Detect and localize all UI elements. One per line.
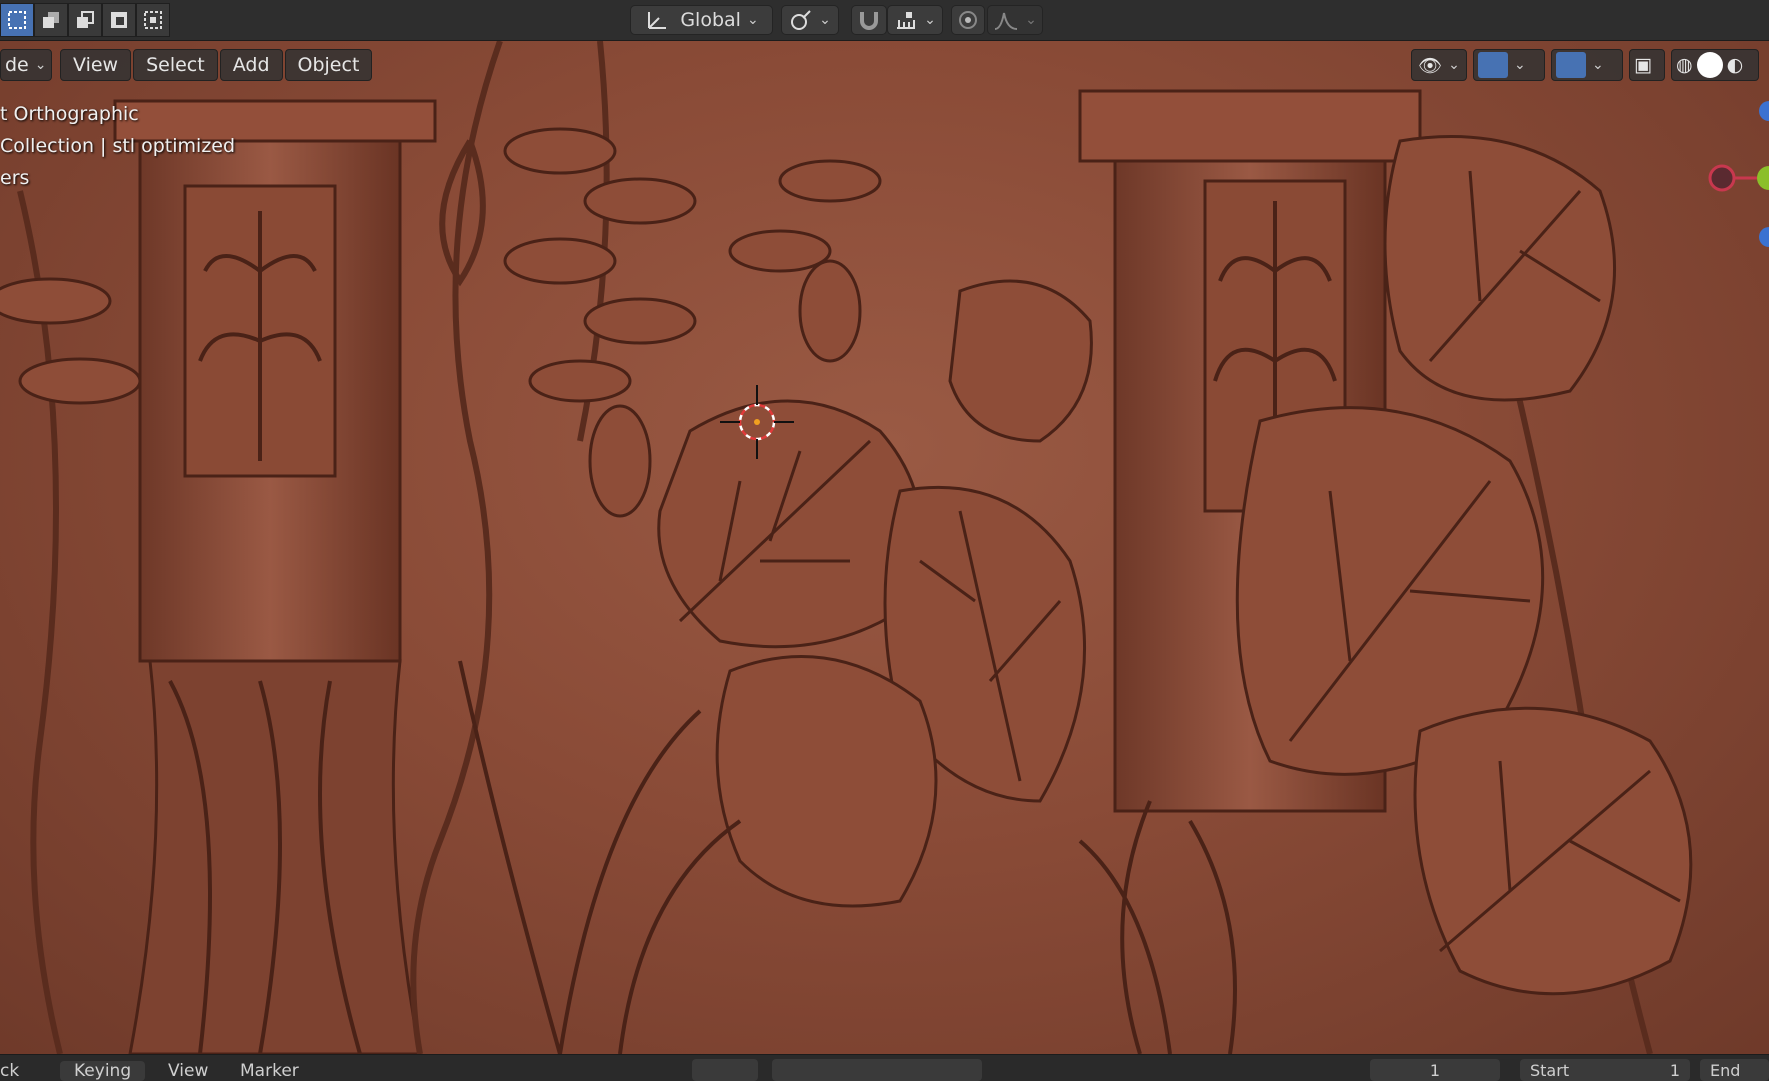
select-invert-icon[interactable] <box>102 3 136 37</box>
view-name-text: t Orthographic <box>0 103 139 125</box>
menu-select[interactable]: Select <box>133 49 218 81</box>
navigation-gizmo[interactable] <box>1708 101 1769 247</box>
eye-icon: 👁 <box>1418 54 1443 77</box>
material-shading-icon[interactable]: ◐ <box>1727 54 1744 76</box>
overlays-icon <box>1556 52 1586 78</box>
select-mode-group <box>0 3 170 37</box>
chevron-down-icon: ⌄ <box>34 57 47 73</box>
3d-viewport[interactable]: de ⌄ View Select Add Object 👁 ⌄ ⌄ ⌄ ▣ ◍ ◐… <box>0 41 1769 1054</box>
chevron-down-icon: ⌄ <box>746 12 759 28</box>
marker-menu[interactable]: Marker <box>240 1061 299 1081</box>
visibility-dropdown[interactable]: 👁 ⌄ <box>1411 49 1467 81</box>
snap-toggle[interactable] <box>851 5 887 35</box>
left-pillar <box>113 99 437 1054</box>
orientation-label: Global <box>680 9 741 31</box>
snap-increment-icon <box>897 12 916 29</box>
menu-view[interactable]: View <box>60 49 132 81</box>
pivot-point-dropdown[interactable]: ⌄ <box>781 5 839 35</box>
chevron-down-icon: ⌄ <box>1592 57 1604 73</box>
view-menu[interactable]: View <box>168 1061 208 1081</box>
chevron-down-icon: ⌄ <box>1448 57 1460 73</box>
select-intersect-icon[interactable] <box>136 3 170 37</box>
record-button[interactable] <box>692 1059 758 1081</box>
select-subtract-icon[interactable] <box>68 3 102 37</box>
gizmo-icon <box>1478 52 1508 78</box>
gizmo-dropdown[interactable]: ⌄ <box>1473 49 1545 81</box>
keying-menu[interactable]: Keying <box>60 1061 146 1081</box>
viewport-display-controls: 👁 ⌄ ⌄ ⌄ ▣ ◍ ◐ <box>1411 49 1759 81</box>
xray-icon: ▣ <box>1634 54 1652 76</box>
proportional-edit-toggle[interactable] <box>951 5 985 35</box>
snap-target-dropdown[interactable]: ⌄ <box>887 5 943 35</box>
current-frame-field[interactable]: 1 <box>1370 1059 1500 1081</box>
top-toolbar: Global ⌄ ⌄ ⌄ ⌄ <box>0 0 1769 41</box>
start-frame-field[interactable]: Start 1 <box>1520 1059 1690 1081</box>
end-frame-field[interactable]: End <box>1700 1059 1769 1081</box>
mode-label: de <box>5 54 29 76</box>
chevron-down-icon: ⌄ <box>1025 12 1037 28</box>
snap-magnet-icon <box>860 12 878 30</box>
menu-object[interactable]: Object <box>284 49 373 81</box>
chevron-down-icon: ⌄ <box>1514 57 1526 73</box>
falloff-curve-icon <box>994 12 1018 30</box>
playback-menu[interactable]: ck <box>0 1061 19 1081</box>
orientation-axis-icon <box>648 12 667 29</box>
menu-add[interactable]: Add <box>219 49 283 81</box>
relief-artwork <box>0 41 1769 1054</box>
overlays-dropdown[interactable]: ⌄ <box>1551 49 1623 81</box>
solid-shading-icon[interactable] <box>1696 52 1723 78</box>
collection-text: Collection | stl optimized <box>0 135 236 157</box>
falloff-dropdown[interactable]: ⌄ <box>987 5 1043 35</box>
select-extend-icon[interactable] <box>34 3 68 37</box>
select-box-icon[interactable] <box>0 3 34 37</box>
start-label: Start <box>1530 1060 1570 1080</box>
overlay-extra-text: ers <box>0 167 30 189</box>
chevron-down-icon: ⌄ <box>924 12 936 28</box>
start-value: 1 <box>1669 1060 1680 1080</box>
shading-mode-group: ◍ ◐ <box>1671 49 1759 81</box>
xray-toggle[interactable]: ▣ <box>1629 49 1665 81</box>
pivot-icon <box>791 10 811 30</box>
transform-orientation-dropdown[interactable]: Global ⌄ <box>630 5 773 35</box>
playback-controls[interactable] <box>772 1059 982 1081</box>
end-label: End <box>1710 1060 1741 1080</box>
proportional-edit-icon <box>959 11 977 29</box>
viewport-header: de ⌄ View Select Add Object <box>0 49 373 81</box>
chevron-down-icon: ⌄ <box>819 12 831 28</box>
wireframe-shading-icon[interactable]: ◍ <box>1676 54 1693 76</box>
timeline-header: ck Keying View Marker 1 Start 1 End <box>0 1054 1769 1081</box>
interaction-mode-dropdown[interactable]: de ⌄ <box>0 49 52 81</box>
